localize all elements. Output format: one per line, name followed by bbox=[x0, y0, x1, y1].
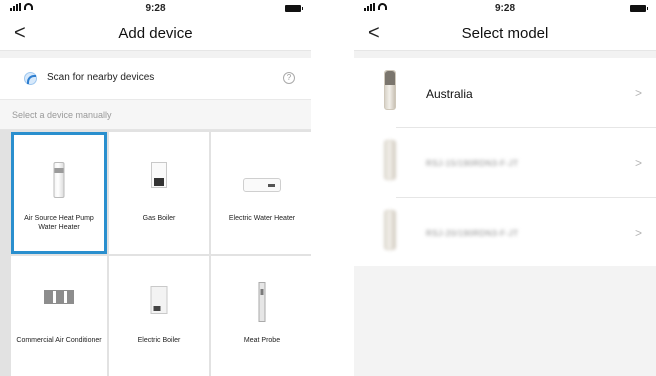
device-tile-electric-water-heater[interactable]: Electric Water Heater bbox=[211, 132, 311, 254]
chevron-right-icon: > bbox=[634, 156, 642, 170]
chevron-right-icon: > bbox=[634, 226, 642, 240]
water-heater-thumbnail-icon bbox=[384, 70, 396, 110]
device-label: Electric Water Heater bbox=[228, 215, 296, 222]
nav-bar: < Select model bbox=[354, 18, 656, 50]
divider bbox=[354, 50, 656, 58]
device-label: Meat Probe bbox=[243, 337, 281, 344]
add-device-screen: 9:28 < Add device Scan for nearby device… bbox=[0, 0, 311, 376]
device-tile-electric-boiler[interactable]: Electric Boiler bbox=[109, 256, 209, 376]
device-label: Electric Boiler bbox=[137, 337, 181, 344]
device-label: Air Source Heat Pump Water Heater bbox=[24, 215, 94, 231]
electric-water-heater-icon bbox=[243, 178, 281, 192]
model-row[interactable]: RSJ-20/190RDN3-F-JT > bbox=[354, 198, 656, 268]
meat-probe-icon bbox=[258, 282, 266, 322]
electric-boiler-icon bbox=[150, 286, 168, 314]
model-row[interactable]: RSJ-15/190RDN3-F-JT > bbox=[354, 128, 656, 198]
model-name: RSJ-20/190RDN3-F-JT bbox=[426, 229, 519, 238]
model-list: Australia > RSJ-15/190RDN3-F-JT > RSJ-20… bbox=[354, 58, 656, 268]
page-title: Select model bbox=[461, 25, 549, 42]
heat-pump-icon bbox=[53, 162, 65, 198]
page-title: Add device bbox=[118, 25, 193, 42]
model-row[interactable]: Australia > bbox=[354, 58, 656, 128]
status-bar: 9:28 bbox=[0, 0, 311, 18]
gas-boiler-icon bbox=[151, 162, 167, 188]
water-heater-thumbnail-icon bbox=[384, 210, 396, 250]
select-model-screen: 9:28 < Select model Australia > RSJ-15/1… bbox=[354, 0, 656, 376]
water-heater-thumbnail-icon bbox=[384, 140, 396, 180]
scan-icon bbox=[24, 72, 37, 85]
empty-area bbox=[354, 266, 656, 376]
air-conditioner-icon bbox=[44, 290, 74, 304]
scan-nearby-row[interactable]: Scan for nearby devices ? bbox=[0, 58, 311, 100]
model-name: Australia bbox=[426, 87, 473, 101]
help-icon[interactable]: ? bbox=[283, 72, 295, 84]
status-time: 9:28 bbox=[145, 3, 166, 14]
device-tile-meat-probe[interactable]: Meat Probe bbox=[211, 256, 311, 376]
chevron-right-icon: > bbox=[634, 86, 642, 100]
section-label: Select a device manually bbox=[0, 100, 311, 130]
status-bar: 9:28 bbox=[354, 0, 656, 18]
battery-icon bbox=[285, 5, 303, 12]
nav-bar: < Add device bbox=[0, 18, 311, 50]
device-tile-air-conditioner[interactable]: Commercial Air Conditioner bbox=[11, 256, 107, 376]
battery-icon bbox=[630, 5, 648, 12]
device-tile-gas-boiler[interactable]: Gas Boiler bbox=[109, 132, 209, 254]
device-label: Commercial Air Conditioner bbox=[16, 337, 102, 344]
status-time: 9:28 bbox=[494, 3, 515, 14]
device-grid: Air Source Heat Pump Water Heater Gas Bo… bbox=[0, 130, 311, 376]
model-name: RSJ-15/190RDN3-F-JT bbox=[426, 159, 519, 168]
divider bbox=[0, 50, 311, 58]
device-label: Gas Boiler bbox=[142, 215, 176, 222]
device-tile-heat-pump[interactable]: Air Source Heat Pump Water Heater bbox=[11, 132, 107, 254]
scan-label: Scan for nearby devices bbox=[47, 72, 155, 83]
